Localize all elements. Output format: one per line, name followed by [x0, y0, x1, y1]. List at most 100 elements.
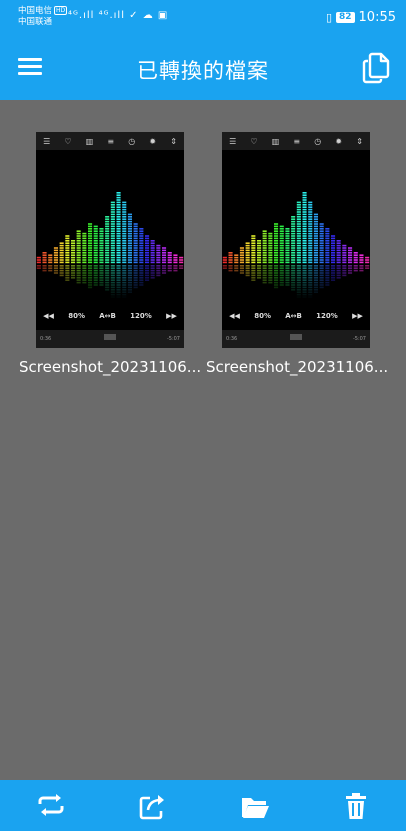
spectrum-segment	[308, 242, 313, 244]
spectrum-segment	[42, 261, 47, 264]
open-folder-button[interactable]	[240, 792, 270, 820]
spectrum-reflection	[133, 272, 138, 274]
file-name-2[interactable]: Screenshot_20231106...	[206, 358, 391, 376]
spectrum-segment	[331, 261, 336, 264]
spectrum-segment	[268, 256, 273, 259]
spectrum-segment	[93, 254, 98, 256]
spectrum-reflection	[331, 267, 336, 269]
spectrum-reflection	[308, 269, 313, 272]
remaining-time: -5:07	[352, 336, 366, 342]
spectrum-segment	[268, 259, 273, 261]
spectrum-reflection	[308, 265, 313, 267]
file-thumbnail-1[interactable]: ☰ ♡ ▥ ≡ ◷ ✹ ⇕ ◀◀ 80% A↔B 120% ▶▶ 0:36 -5…	[36, 132, 184, 348]
spectrum-reflection	[291, 279, 296, 281]
spectrum-segment	[82, 249, 87, 252]
share-button[interactable]	[137, 792, 167, 820]
speed-left: 80%	[254, 312, 271, 320]
spectrum-reflection	[291, 274, 296, 277]
equalizer-icon: ▥	[271, 136, 280, 146]
spectrum-segment	[145, 259, 150, 261]
spectrum-reflection	[162, 272, 167, 274]
spectrum-reflection	[111, 296, 115, 298]
spectrum-reflection	[122, 296, 126, 298]
spectrum-reflection	[268, 265, 273, 267]
spectrum-segment	[105, 240, 110, 242]
spectrum-segment	[251, 235, 256, 237]
spectrum-segment	[156, 254, 161, 256]
spectrum-reflection	[274, 272, 279, 274]
spectrum-reflection	[117, 296, 121, 298]
spectrum-segment	[99, 232, 104, 235]
spectrum-segment	[274, 225, 279, 228]
spectrum-reflection	[53, 272, 58, 274]
spectrum-segment	[222, 261, 227, 264]
spectrum-segment	[105, 225, 110, 228]
spectrum-segment	[110, 237, 115, 240]
spectrum-reflection	[133, 281, 138, 284]
spectrum-reflection	[262, 272, 267, 274]
spectrum-segment	[105, 256, 110, 259]
spectrum-segment	[251, 252, 256, 254]
spectrum-segment	[65, 256, 70, 259]
spectrum-segment	[127, 259, 132, 261]
spectrum-segment	[348, 247, 353, 249]
spectrum-segment	[65, 261, 70, 264]
spectrum-segment	[365, 259, 370, 261]
spectrum-reflection	[268, 279, 273, 281]
spectrum-segment	[127, 235, 132, 237]
spectrum-reflection	[325, 269, 330, 272]
spectrum-segment	[319, 242, 324, 244]
spectrum-segment	[65, 240, 70, 242]
spectrum-reflection	[319, 277, 324, 279]
spectrum-reflection	[110, 277, 115, 279]
delete-button[interactable]	[341, 792, 371, 820]
spectrum-reflection	[116, 277, 121, 279]
spectrum-reflection	[285, 279, 290, 281]
spectrum-segment	[262, 232, 267, 235]
spectrum-segment	[110, 247, 115, 249]
spectrum-segment	[88, 252, 93, 254]
spectrum-segment	[296, 249, 301, 252]
spectrum-reflection	[296, 291, 301, 293]
spectrum-segment	[296, 230, 301, 232]
spectrum-segment	[302, 252, 307, 254]
copy-files-button[interactable]	[362, 52, 390, 84]
spectrum-segment	[59, 249, 64, 252]
spectrum-segment	[291, 252, 296, 254]
spectrum-segment	[156, 259, 161, 261]
spectrum-segment	[88, 254, 93, 256]
rewind-icon: ◀◀	[229, 312, 240, 320]
spectrum-reflection	[105, 272, 110, 274]
spectrum-segment	[93, 252, 98, 254]
spectrum-reflection	[291, 267, 296, 269]
spectrum-reflection	[296, 286, 301, 289]
convert-button[interactable]	[36, 792, 66, 820]
spectrum-reflection	[82, 279, 87, 281]
spectrum-segment	[116, 201, 121, 204]
spectrum-segment	[110, 204, 115, 206]
spectrum-reflection	[156, 274, 161, 277]
spectrum-reflection	[319, 274, 324, 277]
spectrum-reflection	[302, 293, 307, 296]
spectrum-segment	[302, 218, 307, 220]
spectrum-segment	[274, 223, 279, 225]
spectrum-segment	[71, 242, 76, 244]
spectrum-segment	[313, 247, 318, 249]
spectrum-segment	[53, 256, 58, 259]
spectrum-reflection	[82, 281, 87, 284]
file-name-1[interactable]: Screenshot_20231106...	[19, 358, 204, 376]
spectrum-reflection	[302, 269, 307, 272]
spectrum-segment	[122, 242, 127, 244]
spectrum-segment	[150, 252, 155, 254]
file-thumbnail-2[interactable]: ☰ ♡ ▥ ≡ ◷ ✹ ⇕ ◀◀ 80% A↔B 120% ▶▶ 0:36 -5…	[222, 132, 370, 348]
spectrum-segment	[150, 249, 155, 252]
timer-icon: ◷	[314, 136, 322, 146]
spectrum-segment	[291, 235, 296, 237]
spectrum-segment	[302, 201, 307, 204]
spectrum-reflection	[133, 277, 138, 279]
spectrum-segment	[302, 199, 307, 201]
spectrum-reflection	[331, 272, 336, 274]
spectrum-segment	[99, 235, 104, 237]
spectrum-segment	[173, 261, 178, 264]
spectrum-reflection	[116, 279, 121, 281]
